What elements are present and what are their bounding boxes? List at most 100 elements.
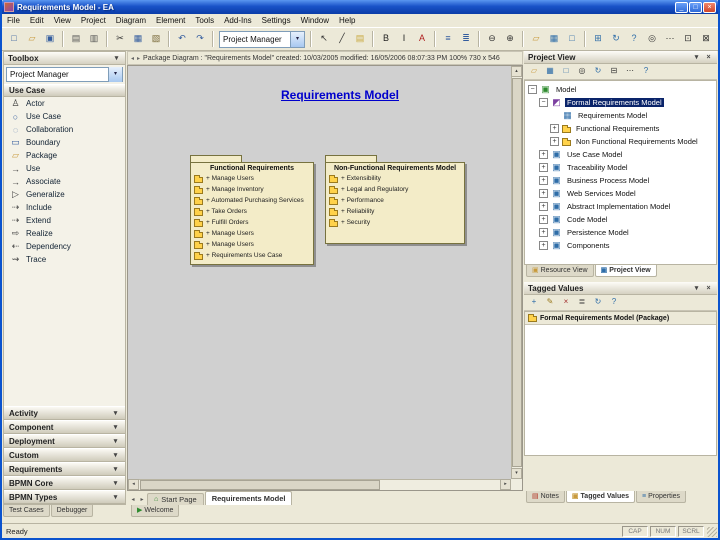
toolbox-item-extend[interactable]: ⇢ Extend [4, 214, 125, 227]
refresh-icon[interactable]: ↻ [608, 31, 624, 47]
tree-node-requirements-model[interactable]: ▦ Requirements Model [525, 109, 716, 122]
tree-expander-icon[interactable]: + [539, 202, 548, 211]
find-in-browser-icon[interactable]: ◎ [575, 65, 589, 78]
menu-element[interactable]: Element [151, 14, 190, 27]
tree-expander-icon[interactable]: + [539, 150, 548, 159]
new-element-icon[interactable]: □ [559, 65, 573, 78]
diagram-tab-start-page[interactable]: ⌂ Start Page [147, 493, 204, 505]
maximize-button[interactable]: □ [689, 1, 702, 13]
toolbox-item-trace[interactable]: ⇝ Trace [4, 253, 125, 266]
undo-icon[interactable]: ↶ [174, 31, 190, 47]
tree-expander-icon[interactable]: + [539, 163, 548, 172]
tree-expander-icon[interactable]: − [539, 98, 548, 107]
align-left-icon[interactable]: ≡ [440, 31, 456, 47]
close-button[interactable]: × [703, 1, 716, 13]
package-functional-requirements[interactable]: Functional Requirements + Manage Users + M… [190, 155, 314, 265]
toolbox-combo[interactable]: Project Manager ▾ [6, 67, 123, 82]
resize-grip-icon[interactable] [707, 527, 717, 537]
note-icon[interactable]: ▤ [352, 31, 368, 47]
new-package-icon[interactable]: ▱ [527, 65, 541, 78]
horizontal-scroll-thumb[interactable] [140, 480, 380, 490]
copy-icon[interactable]: ▦ [130, 31, 146, 47]
scroll-up-icon[interactable]: ▴ [511, 66, 522, 77]
help-icon[interactable]: ? [607, 296, 621, 309]
minimize-button[interactable]: _ [675, 1, 688, 13]
toolbox-section-bpmn-core[interactable]: BPMN Core ▾ [4, 476, 125, 490]
package-item[interactable]: + Manage Users [194, 173, 310, 184]
toolbox-section-bpmn-types[interactable]: BPMN Types ▾ [4, 490, 125, 504]
package-item[interactable]: + Take Orders [194, 206, 310, 217]
tree-expander-icon[interactable]: + [539, 215, 548, 224]
new-diagram-icon[interactable]: ▦ [543, 65, 557, 78]
tab-scroll-right-icon[interactable]: ▸ [138, 496, 146, 505]
tree-expander-icon[interactable]: + [550, 137, 559, 146]
menu-edit[interactable]: Edit [25, 14, 49, 27]
toolbox-item-include[interactable]: ⇢ Include [4, 201, 125, 214]
package-item[interactable]: + Automated Purchasing Services [194, 195, 310, 206]
tree-expander-icon[interactable]: + [539, 241, 548, 250]
toolbox-item-generalize[interactable]: ▷ Generalize [4, 188, 125, 201]
panel-tab-properties[interactable]: ≡ Properties [636, 491, 687, 503]
model-search-icon[interactable]: ◎ [644, 31, 660, 47]
menu-help[interactable]: Help [334, 14, 360, 27]
bullet-list-icon[interactable]: ≣ [458, 31, 474, 47]
open-file-icon[interactable]: ▱ [24, 31, 40, 47]
project-tree-icon[interactable]: ⊞ [590, 31, 606, 47]
redo-icon[interactable]: ↷ [192, 31, 208, 47]
draw-line-icon[interactable]: ╱ [334, 31, 350, 47]
tree-expander-icon[interactable]: + [539, 228, 548, 237]
tree-node-web-services-model[interactable]: + ▣ Web Services Model [525, 187, 716, 200]
diagram-tab-requirements-model[interactable]: Requirements Model [204, 491, 293, 505]
toolbox-item-boundary[interactable]: ▭ Boundary [4, 136, 125, 149]
window-manager-icon[interactable]: ⊡ [680, 31, 696, 47]
scroll-left-icon[interactable]: ◂ [128, 479, 139, 490]
menu-file[interactable]: File [2, 14, 25, 27]
tree-node-components[interactable]: + ▣ Components [525, 239, 716, 252]
print-preview-icon[interactable]: ▥ [86, 31, 102, 47]
package-item[interactable]: + Reliability [329, 206, 461, 217]
new-diagram-icon[interactable]: ▦ [546, 31, 562, 47]
sort-tags-icon[interactable]: ≣ [575, 296, 589, 309]
tree-node-abstract-implementation-model[interactable]: + ▣ Abstract Implementation Model [525, 200, 716, 213]
fullscreen-icon[interactable]: ⊠ [698, 31, 714, 47]
tab-scroll-left-icon[interactable]: ◂ [129, 496, 137, 505]
menu-add-ins[interactable]: Add-Ins [219, 14, 257, 27]
new-tagged-value-icon[interactable]: + [527, 296, 541, 309]
package-item[interactable]: + Performance [329, 195, 461, 206]
new-element-icon[interactable]: □ [564, 31, 580, 47]
help-icon[interactable]: ? [626, 31, 642, 47]
tagged-values-menu-icon[interactable]: ▾ [692, 284, 701, 292]
bottom-tab-test-cases[interactable]: Test Cases [3, 505, 50, 517]
tree-expander-icon[interactable]: + [539, 176, 548, 185]
diagram-canvas[interactable]: Requirements Model ▴ ▾ ◂ ▸ Functional Re… [127, 65, 523, 491]
toolbox-section-deployment[interactable]: Deployment ▾ [4, 434, 125, 448]
bottom-tab-welcome[interactable]: ▶ Welcome [131, 505, 180, 517]
toolbox-item-actor[interactable]: ♙ Actor [4, 97, 125, 110]
collapse-all-icon[interactable]: ⊟ [607, 65, 621, 78]
package-item[interactable]: + Security [329, 217, 461, 228]
toolbox-section-custom[interactable]: Custom ▾ [4, 448, 125, 462]
tree-node-functional-requirements[interactable]: + Functional Requirements [525, 122, 716, 135]
canvas-horizontal-scrollbar[interactable]: ◂ ▸ [128, 479, 511, 490]
pointer-icon[interactable]: ↖ [316, 31, 332, 47]
combo-arrow-icon[interactable]: ▾ [290, 31, 304, 47]
zoom-out-icon[interactable]: ⊖ [484, 31, 500, 47]
package-item[interactable]: + Manage Users [194, 228, 310, 239]
canvas-vertical-scrollbar[interactable]: ▴ ▾ [511, 66, 522, 479]
bottom-tab-debugger[interactable]: Debugger [50, 505, 94, 517]
info-scroll-left-icon[interactable]: ◂ [131, 55, 134, 62]
dock-panels-icon[interactable]: ⊟ [716, 31, 718, 47]
panel-tab-notes[interactable]: ▤ Notes [526, 491, 565, 503]
menu-project[interactable]: Project [76, 14, 111, 27]
refresh-tags-icon[interactable]: ↻ [591, 296, 605, 309]
print-icon[interactable]: ▤ [68, 31, 84, 47]
toolbox-item-use-case[interactable]: ○ Use Case [4, 110, 125, 123]
view-tab-project-view[interactable]: ▣ Project View [594, 265, 657, 277]
tree-node-traceability-model[interactable]: + ▣ Traceability Model [525, 161, 716, 174]
tree-node-model[interactable]: − ▣ Model [525, 83, 716, 96]
new-document-icon[interactable]: □ [6, 31, 22, 47]
refresh-view-icon[interactable]: ↻ [591, 65, 605, 78]
menu-diagram[interactable]: Diagram [111, 14, 151, 27]
scroll-down-icon[interactable]: ▾ [511, 468, 522, 479]
project-manager-combo[interactable]: Project Manager ▾ [219, 30, 305, 48]
